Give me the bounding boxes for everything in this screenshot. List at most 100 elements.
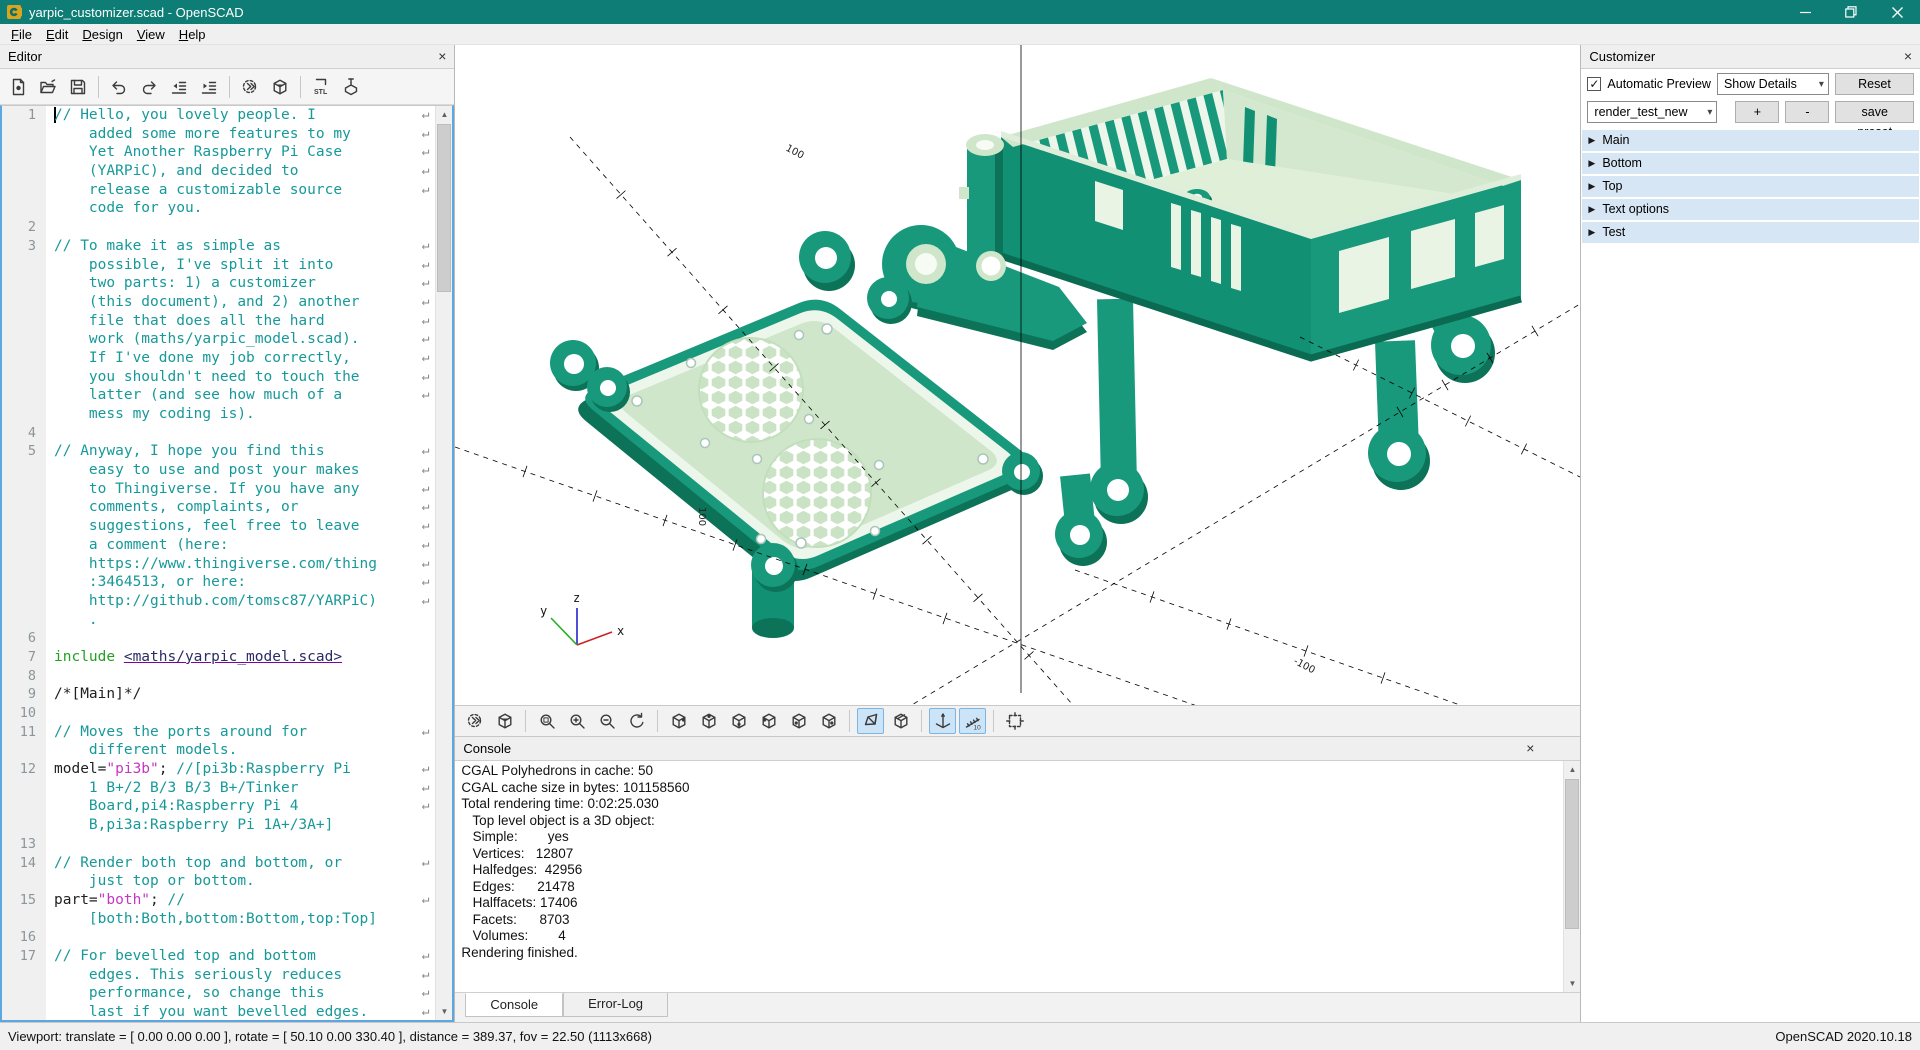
console-output[interactable]: CGAL Polyhedrons in cache: 50CGAL cache … (455, 761, 1580, 993)
code-line[interactable]: 5// Anyway, I hope you find this↵ (2, 442, 435, 461)
render-icon[interactable] (491, 708, 518, 734)
save-preset-button[interactable]: save preset (1835, 101, 1914, 123)
preview-icon[interactable] (461, 708, 488, 734)
save-icon[interactable] (64, 73, 92, 101)
menu-item-design[interactable]: Design (75, 26, 129, 43)
show-details-dropdown[interactable]: Show Details ▾ (1717, 73, 1829, 95)
view-front-icon[interactable] (785, 708, 812, 734)
editor-panel-header[interactable]: Editor × (0, 45, 454, 69)
preview-icon[interactable] (236, 73, 264, 101)
code-line[interactable]: you shouldn't need to touch the↵ (2, 368, 435, 387)
code-line[interactable]: added some more features to my↵ (2, 125, 435, 144)
code-line[interactable]: B,pi3a:Raspberry Pi 1A+/3A+] (2, 816, 435, 835)
view-all-icon[interactable] (1001, 708, 1028, 734)
export-stl-icon[interactable]: STL (307, 73, 335, 101)
code-line[interactable]: last if you want bevelled edges.↵ (2, 1003, 435, 1022)
code-line[interactable]: :3464513, or here:↵ (2, 573, 435, 592)
code-line[interactable]: a comment (here:↵ (2, 536, 435, 555)
show-axes-icon[interactable] (929, 708, 956, 734)
code-line[interactable]: 12model="pi3b"; //[pi3b:Raspberry Pi↵ (2, 760, 435, 779)
undo-icon[interactable] (105, 73, 133, 101)
zoom-out-icon[interactable] (593, 708, 620, 734)
customizer-section-test[interactable]: ▶Test (1582, 222, 1919, 243)
code-text[interactable]: 1// Hello, you lovely people. I↵ added s… (2, 106, 435, 1020)
code-line[interactable]: latter (and see how much of a↵ (2, 386, 435, 405)
code-line[interactable]: 1// Hello, you lovely people. I↵ (2, 106, 435, 125)
code-line[interactable]: comments, complaints, or↵ (2, 498, 435, 517)
code-line[interactable]: Board,pi4:Raspberry Pi 4↵ (2, 797, 435, 816)
code-line[interactable]: to Thingiverse. If you have any↵ (2, 480, 435, 499)
code-line[interactable]: https://www.thingiverse.com/thing↵ (2, 555, 435, 574)
add-preset-button[interactable]: + (1735, 101, 1779, 123)
code-line[interactable]: 2 (2, 218, 435, 237)
zoom-all-icon[interactable] (533, 708, 560, 734)
customizer-panel-header[interactable]: Customizer × (1581, 45, 1920, 69)
zoom-in-icon[interactable] (563, 708, 590, 734)
code-line[interactable]: 7include <maths/yarpic_model.scad> (2, 648, 435, 667)
menu-item-help[interactable]: Help (172, 26, 213, 43)
code-line[interactable]: 9/*[Main]*/ (2, 685, 435, 704)
code-line[interactable]: http://github.com/tomsc87/YARPiC)↵ (2, 592, 435, 611)
scroll-up-arrow[interactable]: ▲ (1564, 761, 1580, 778)
preset-dropdown[interactable]: render_test_new ▾ (1587, 101, 1717, 123)
code-line[interactable]: easy to use and post your makes↵ (2, 461, 435, 480)
code-line[interactable]: code for you. (2, 199, 435, 218)
console-scrollbar[interactable]: ▲ ▼ (1563, 761, 1580, 992)
perspective-icon[interactable] (857, 708, 884, 734)
print-3d-icon[interactable] (337, 73, 365, 101)
code-line[interactable]: . (2, 611, 435, 630)
code-line[interactable]: just top or bottom. (2, 872, 435, 891)
view-left-icon[interactable] (755, 708, 782, 734)
code-line[interactable]: release a customizable source↵ (2, 181, 435, 200)
console-panel-header[interactable]: Console × (455, 737, 1580, 761)
view-top-icon[interactable] (695, 708, 722, 734)
render-icon[interactable] (266, 73, 294, 101)
tab-error-log[interactable]: Error-Log (563, 993, 668, 1017)
editor-scrollbar[interactable]: ▲ ▼ (435, 106, 452, 1020)
code-line[interactable]: performance, so change this↵ (2, 984, 435, 1003)
console-scrollbar-thumb[interactable] (1565, 779, 1579, 929)
close-button[interactable] (1874, 0, 1920, 24)
editor-close-icon[interactable]: × (438, 47, 446, 65)
show-scale-markers-icon[interactable]: 10 (959, 708, 986, 734)
customizer-section-main[interactable]: ▶Main (1582, 130, 1919, 151)
code-editor[interactable]: 1// Hello, you lovely people. I↵ added s… (0, 105, 454, 1022)
scroll-down-arrow[interactable]: ▼ (436, 1003, 452, 1020)
code-line[interactable]: two parts: 1) a customizer↵ (2, 274, 435, 293)
code-line[interactable]: 4 (2, 424, 435, 443)
code-line[interactable]: 3// To make it as simple as↵ (2, 237, 435, 256)
code-line[interactable]: 13 (2, 835, 435, 854)
customizer-section-bottom[interactable]: ▶Bottom (1582, 153, 1919, 174)
code-line[interactable]: 15part="both"; //↵ (2, 891, 435, 910)
menu-item-edit[interactable]: Edit (39, 26, 75, 43)
indent-icon[interactable] (195, 73, 223, 101)
scroll-down-arrow[interactable]: ▼ (1564, 975, 1580, 992)
code-line[interactable]: file that does all the hard↵ (2, 312, 435, 331)
unindent-icon[interactable] (165, 73, 193, 101)
code-line[interactable]: 16 (2, 928, 435, 947)
customizer-section-text-options[interactable]: ▶Text options (1582, 199, 1919, 220)
code-line[interactable]: 17// For bevelled top and bottom↵ (2, 947, 435, 966)
scroll-up-arrow[interactable]: ▲ (436, 106, 452, 123)
code-line[interactable]: Yet Another Raspberry Pi Case↵ (2, 143, 435, 162)
code-line[interactable]: 8 (2, 667, 435, 686)
menu-item-view[interactable]: View (130, 26, 172, 43)
remove-preset-button[interactable]: - (1785, 101, 1829, 123)
view-bottom-icon[interactable] (725, 708, 752, 734)
console-close-icon[interactable]: × (1526, 739, 1534, 757)
3d-viewport[interactable]: 100 100 -100 z x y (455, 45, 1580, 705)
code-line[interactable]: suggestions, feel free to leave↵ (2, 517, 435, 536)
code-line[interactable]: 6 (2, 629, 435, 648)
minimize-button[interactable] (1782, 0, 1828, 24)
code-line[interactable]: 11// Moves the ports around for↵ (2, 723, 435, 742)
view-right-icon[interactable] (665, 708, 692, 734)
editor-scrollbar-thumb[interactable] (437, 124, 451, 292)
view-back-icon[interactable] (815, 708, 842, 734)
code-line[interactable]: mess my coding is). (2, 405, 435, 424)
code-line[interactable]: If I've done my job correctly,↵ (2, 349, 435, 368)
automatic-preview-checkbox[interactable]: ✓ (1587, 77, 1601, 91)
orthographic-icon[interactable] (887, 708, 914, 734)
code-line[interactable]: (YARPiC), and decided to↵ (2, 162, 435, 181)
code-line[interactable]: 1 B+/2 B/3 B/3 B+/Tinker↵ (2, 779, 435, 798)
new-icon[interactable] (4, 73, 32, 101)
